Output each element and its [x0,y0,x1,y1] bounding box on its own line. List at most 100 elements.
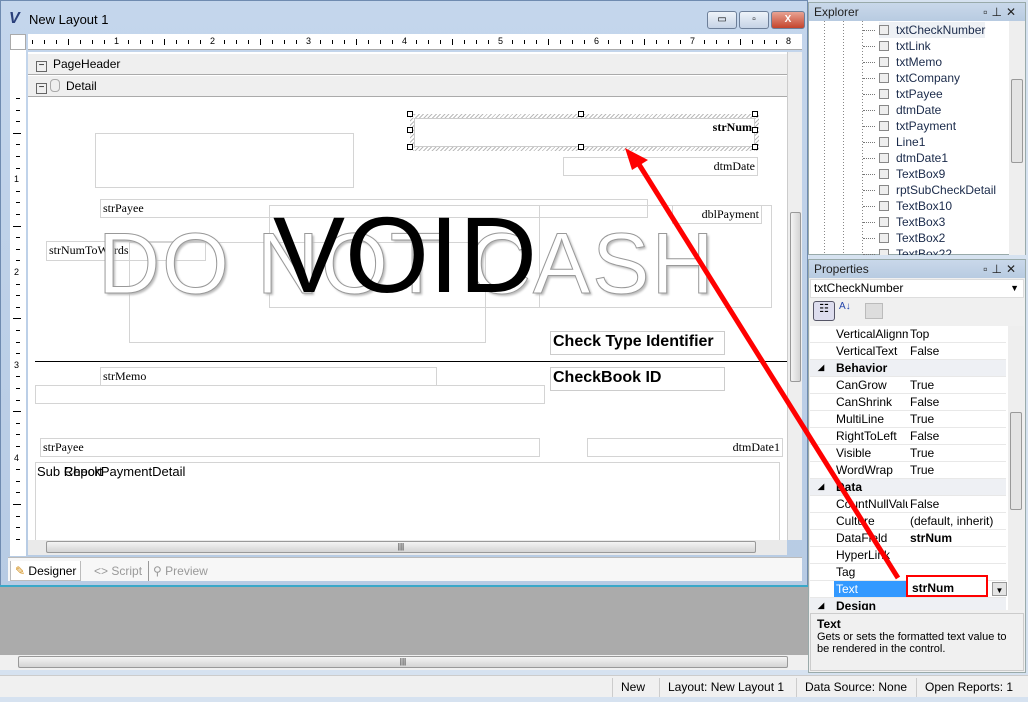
resize-handle[interactable] [578,144,584,150]
property-value[interactable]: False [910,343,939,359]
subreport-control[interactable]: Sub Report CheckPaymentDetail [35,462,780,540]
design-vertical-scrollbar[interactable] [787,52,802,540]
ruler-tick [572,40,573,44]
property-row[interactable]: Text strNum ▼ [810,575,1007,598]
dtmdate1-textbox[interactable]: dtmDate1 [587,438,783,457]
collapse-triangle-icon[interactable]: ◢ [818,598,824,610]
collapse-triangle-icon[interactable]: ◢ [818,479,824,495]
check-type-identifier-label[interactable]: Check Type Identifier [550,331,725,355]
resize-handle[interactable] [407,127,413,133]
explorer-item[interactable]: rptSubCheckDetail [862,182,996,198]
property-row[interactable]: RightToLeft False [810,428,1006,445]
dropdown-button[interactable]: ▼ [992,582,1007,596]
explorer-item[interactable]: TextBox3 [862,214,945,230]
empty-textbox[interactable] [95,133,354,188]
explorer-item[interactable]: dtmDate1 [862,150,948,166]
strpayee2-textbox[interactable]: strPayee [40,438,540,457]
void-label[interactable]: VOID [273,195,537,315]
ruler-tick [13,318,21,320]
property-value[interactable]: False [910,496,939,512]
explorer-item[interactable]: TextBox10 [862,198,952,214]
restore-button[interactable]: ▫ [739,11,769,29]
band-detail[interactable]: − Detail [28,76,787,97]
property-value[interactable]: False [910,394,939,410]
panel-controls-icon[interactable]: ▫⊥✕ [983,3,1025,21]
panel-controls-icon[interactable]: ▫⊥✕ [983,260,1025,278]
property-value[interactable]: False [910,428,939,444]
property-row[interactable]: CanShrink False [810,394,1006,411]
property-row[interactable]: Culture (default, inherit) [810,513,1006,530]
property-row[interactable]: Visible True [810,445,1006,462]
object-selector[interactable]: txtCheckNumber ▼ [810,279,1024,298]
property-row[interactable]: CanGrow True [810,377,1006,394]
explorer-item[interactable]: TextBox9 [862,166,945,182]
ruler-tick [16,480,20,482]
property-value[interactable]: True [910,462,934,478]
tab-script[interactable]: <> Script [90,561,146,581]
scroll-thumb[interactable] [790,212,801,382]
explorer-item[interactable]: txtPayment [862,118,956,134]
property-value[interactable]: True [910,377,934,393]
checkbook-id-label[interactable]: CheckBook ID [550,367,725,391]
ruler-tick [560,40,561,44]
explorer-item[interactable]: dtmDate [862,102,941,118]
property-value[interactable]: True [910,445,934,461]
property-value[interactable]: True [910,411,934,427]
collapse-triangle-icon[interactable]: ◢ [818,360,824,376]
scroll-thumb[interactable]: ||| [46,541,756,553]
line1[interactable] [35,361,787,362]
scroll-thumb[interactable] [1011,79,1023,163]
resize-handle[interactable] [578,111,584,117]
dtmdate-textbox[interactable]: dtmDate [563,157,758,176]
tab-preview[interactable]: ⚲ Preview [148,561,212,581]
property-category[interactable]: ◢ Behavior [810,360,1006,377]
strnum-textbox[interactable]: strNum [414,118,755,147]
control-icon [879,153,889,163]
property-row[interactable]: VerticalAlignmentTop [810,326,1006,343]
property-row[interactable]: DataField strNum [810,530,1006,547]
property-row[interactable]: WordWrap True [810,462,1006,479]
property-row[interactable]: CountNullValueFalse [810,496,1006,513]
tab-designer[interactable]: ✎ Designer [10,561,82,581]
property-pages-button[interactable] [865,303,883,319]
explorer-item[interactable]: TextBox2 [862,230,945,246]
property-row[interactable]: MultiLine True [810,411,1006,428]
minimize-button[interactable]: ▭ [707,11,737,29]
property-value[interactable]: (default, inherit) [910,513,993,529]
ruler-tick [16,469,20,471]
collapse-icon[interactable]: − [36,83,47,94]
band-page-header[interactable]: − PageHeader [28,54,787,75]
explorer-item[interactable]: txtPayee [863,86,943,102]
alphabetical-sort-button[interactable]: A↓ [839,301,851,312]
categorized-button[interactable]: ☷ [813,301,835,321]
property-value[interactable]: strNum [906,575,988,597]
design-horizontal-scrollbar[interactable]: ||| [28,540,787,555]
explorer-item[interactable]: txtCheckNumber [862,22,986,38]
explorer-item[interactable]: TextBox22 [862,246,952,255]
resize-handle[interactable] [752,144,758,150]
strmemo-textbox[interactable]: strMemo [100,367,437,386]
property-row[interactable]: HyperLink [810,547,1006,564]
property-category[interactable]: ◢ Design [810,598,1006,610]
resize-handle[interactable] [407,144,413,150]
explorer-item[interactable]: txtCompany [862,70,960,86]
collapse-icon[interactable]: − [36,61,47,72]
property-category[interactable]: ◢ Data [810,479,1006,496]
explorer-item[interactable]: txtMemo [862,54,942,70]
design-surface[interactable]: − PageHeader − Detail strNum dtmDate strPa… [28,52,787,540]
resize-handle[interactable] [752,111,758,117]
textbox-frame[interactable] [35,385,545,404]
property-scrollbar[interactable] [1008,326,1024,610]
explorer-item[interactable]: Line1 [862,134,925,150]
property-row[interactable]: VerticalText False [810,343,1006,360]
close-button[interactable]: X [771,11,805,29]
workspace-horizontal-scrollbar[interactable]: ||| [0,655,808,670]
property-value[interactable]: Top [910,326,929,342]
property-value[interactable]: strNum [910,530,952,546]
scroll-thumb[interactable]: ||| [18,656,788,668]
resize-handle[interactable] [752,127,758,133]
explorer-scrollbar[interactable] [1009,21,1025,255]
explorer-item[interactable]: txtLink [863,38,931,54]
resize-handle[interactable] [407,111,413,117]
scroll-thumb[interactable] [1010,412,1022,510]
